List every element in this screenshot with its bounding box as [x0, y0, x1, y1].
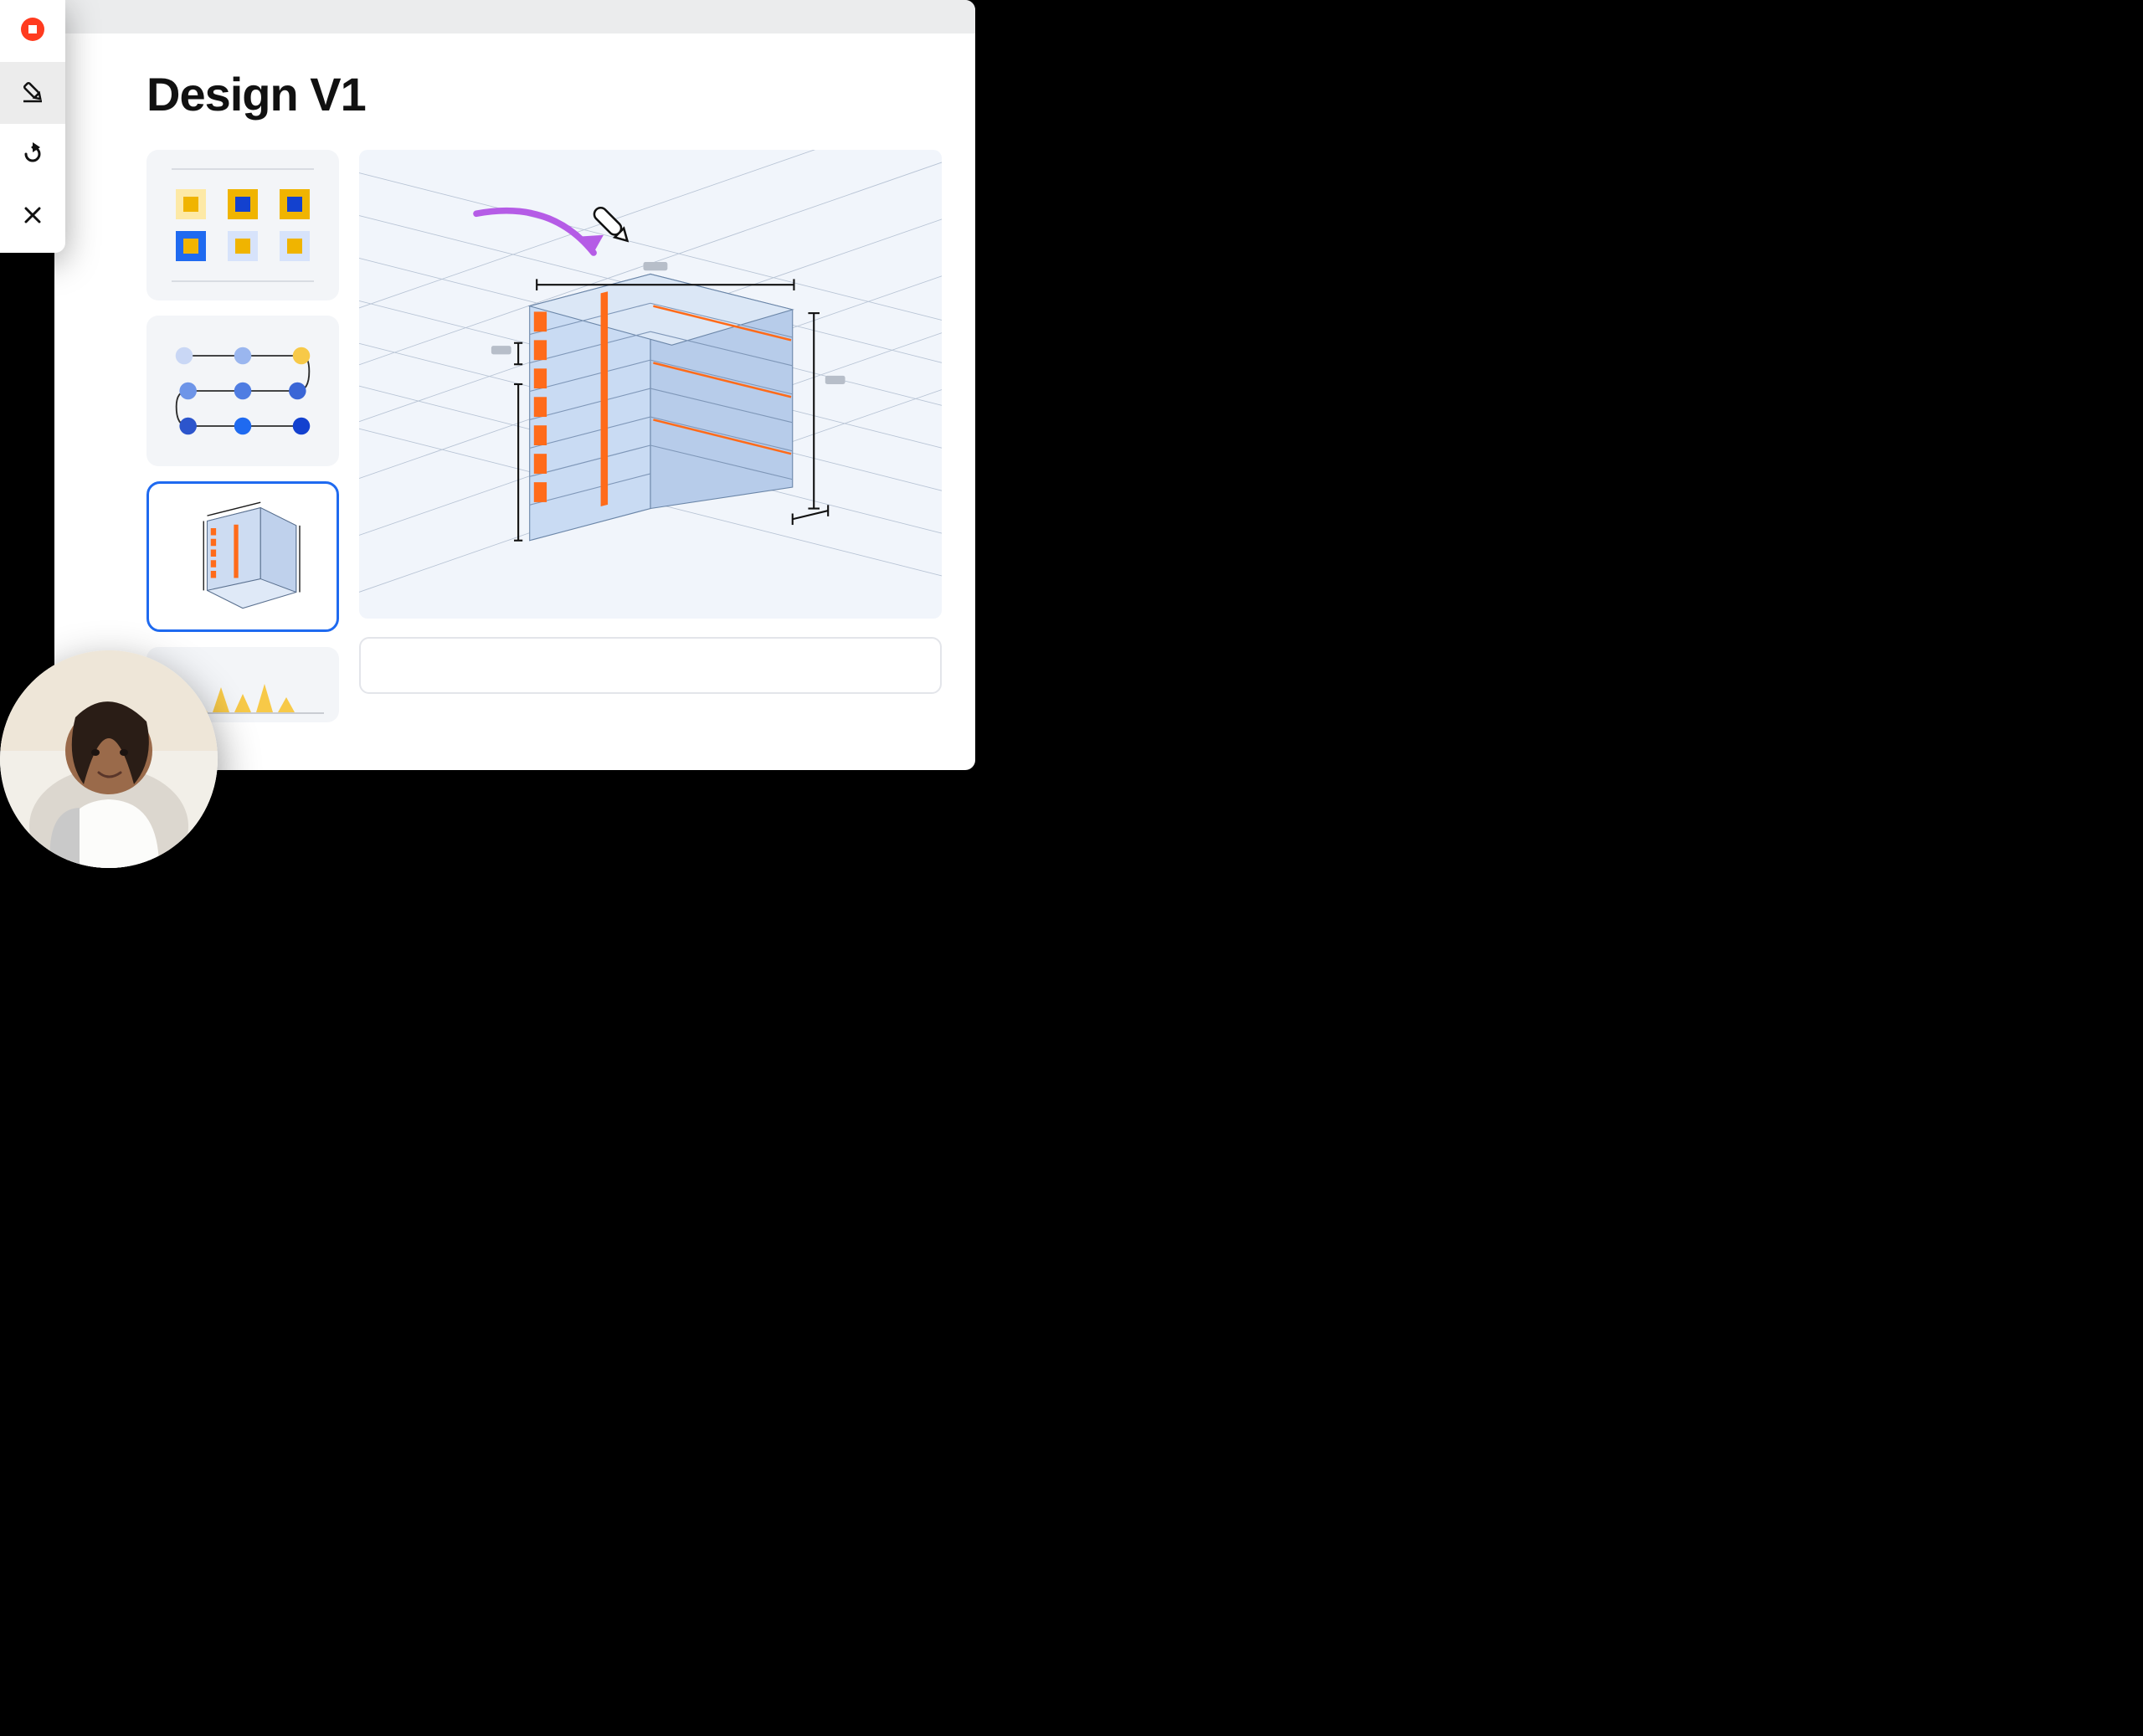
- thumb-swatches[interactable]: [146, 150, 339, 300]
- thumb-process[interactable]: [146, 316, 339, 466]
- title-bar: [54, 0, 975, 33]
- user-avatar[interactable]: [0, 650, 218, 868]
- redo-icon: [18, 139, 47, 172]
- annotation-arrow: [476, 211, 594, 253]
- record-button[interactable]: [0, 0, 65, 62]
- record-icon: [18, 15, 47, 48]
- thumbnail-sidebar: [146, 150, 339, 722]
- comment-input[interactable]: [359, 637, 942, 694]
- tool-palette: [0, 0, 65, 253]
- pencil-icon: [18, 77, 47, 110]
- page-title: Design V1: [146, 67, 942, 121]
- close-icon: [18, 201, 47, 234]
- close-button[interactable]: [0, 186, 65, 248]
- app-window: Design V1: [54, 0, 975, 770]
- design-canvas[interactable]: [359, 150, 942, 619]
- redo-button[interactable]: [0, 124, 65, 186]
- draw-button[interactable]: [0, 62, 65, 124]
- thumb-building[interactable]: [146, 481, 339, 632]
